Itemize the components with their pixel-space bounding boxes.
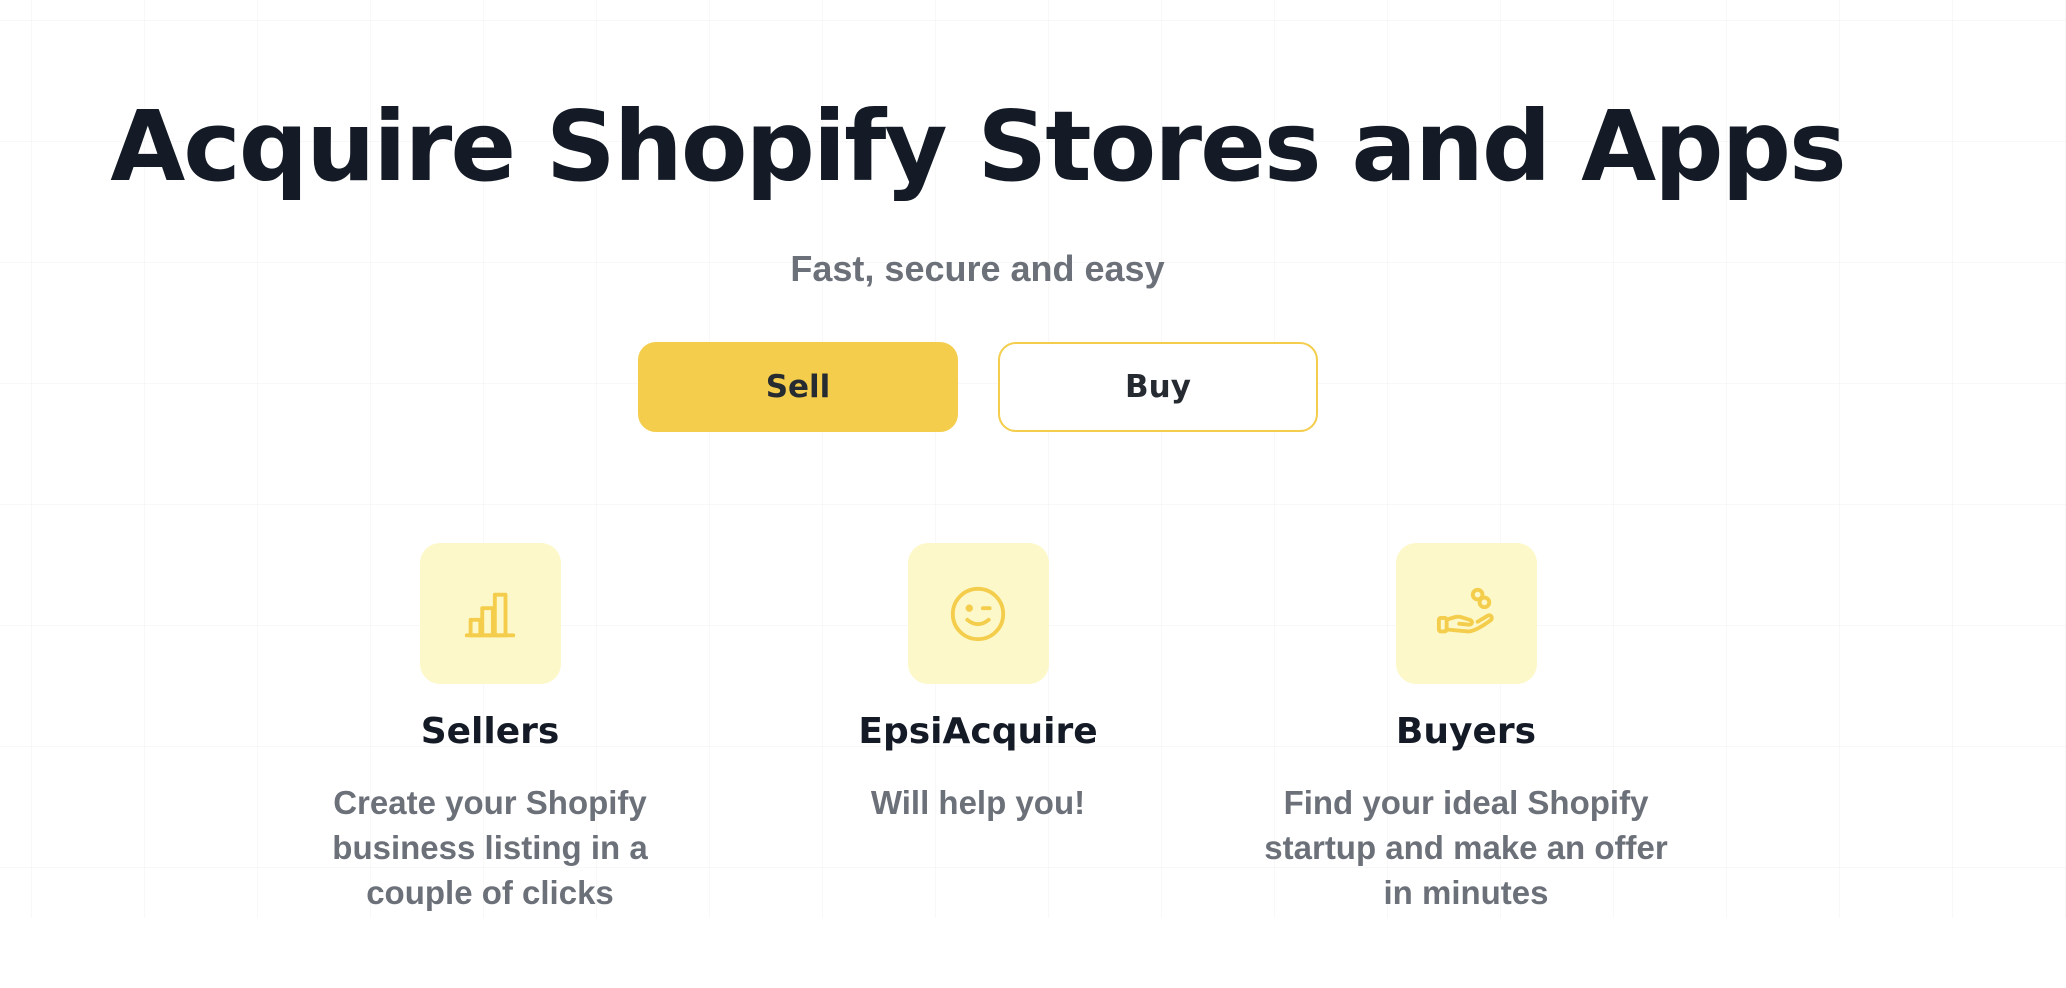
feature-epsiacquire: EpsiAcquire Will help you! [758,543,1198,825]
hand-coins-icon [1436,587,1494,633]
feature-title: Buyers [1395,711,1537,752]
wink-face-icon [950,586,1006,641]
feature-title: Sellers [420,711,560,752]
page-title: Acquire Shopify Stores and Apps [110,90,1847,203]
feature-title: EpsiAcquire [858,711,1098,752]
feature-description: Create your Shopify business listing in … [332,784,648,911]
feature-buyers: Buyers Find your ideal Shopify startup a… [1246,543,1686,915]
feature-description: Will help you! [870,784,1086,821]
page-subtitle: Fast, secure and easy [790,248,1165,289]
buy-button[interactable]: Buy [998,342,1318,432]
bar-chart-icon [464,592,516,637]
sellers-icon-box [419,543,561,684]
epsiacquire-icon-box [907,543,1049,684]
sell-button[interactable]: Sell [638,342,958,432]
buyers-icon-box [1395,543,1537,684]
page-bottom-area [0,918,2066,988]
feature-sellers: Sellers Create your Shopify business lis… [270,543,710,915]
feature-description: Find your ideal Shopify startup and make… [1264,784,1668,911]
